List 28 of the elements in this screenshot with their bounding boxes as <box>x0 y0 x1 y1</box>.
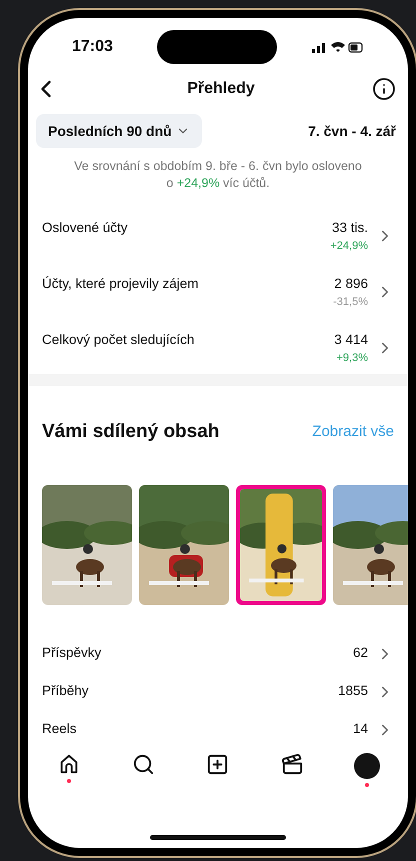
metric-value: 33 tis. <box>332 219 368 237</box>
content-count: 62 <box>352 644 368 662</box>
date-range: 7. čvn - 4. zář <box>308 122 396 140</box>
comparison-text: Ve srovnání s obdobím 9. bře - 6. čvn bylo osloveno o +24,9% víc účtů. <box>73 158 363 192</box>
home-icon[interactable] <box>58 752 80 774</box>
metric-value: 3 414 <box>334 331 368 349</box>
metric-delta: -31,5% <box>333 295 368 310</box>
reels-icon[interactable] <box>280 752 304 776</box>
content-label[interactable]: Příspěvky <box>42 643 102 664</box>
page-title: Přehledy <box>187 79 255 99</box>
status-icons <box>312 40 364 54</box>
content-label[interactable]: Příběhy <box>42 681 89 702</box>
metric-label[interactable]: Celkový počet sledujících <box>42 330 194 350</box>
content-count: 14 <box>352 720 368 738</box>
avatar[interactable] <box>354 752 380 778</box>
period-dropdown[interactable]: Posledních 90 dnů <box>36 114 202 148</box>
create-icon[interactable] <box>206 752 230 776</box>
content-count: 1855 <box>338 682 368 700</box>
info-icon[interactable] <box>372 77 396 101</box>
metric-value: 2 896 <box>334 275 368 293</box>
metric-delta: +24,9% <box>330 239 368 254</box>
content-label[interactable]: Reels <box>42 719 77 740</box>
metric-delta: +9,3% <box>336 351 368 366</box>
search-icon[interactable] <box>132 752 156 776</box>
status-time: 17:03 <box>72 37 113 57</box>
section-title: Vámi sdílený obsah <box>42 420 220 444</box>
metric-label[interactable]: Účty, které projevily zájem <box>42 274 199 294</box>
metric-label[interactable]: Oslovené účty <box>42 218 128 238</box>
